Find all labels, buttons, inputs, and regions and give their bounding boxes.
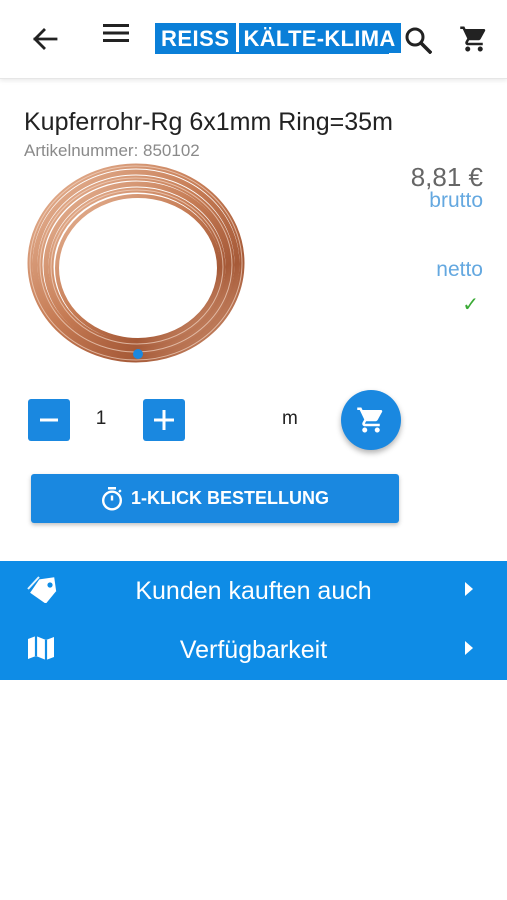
- search-icon: [405, 27, 432, 54]
- product-title: Kupferrohr-Rg 6x1mm Ring=35m: [24, 108, 393, 136]
- customers-also-bought-row[interactable]: Kunden kauften auch: [0, 562, 507, 621]
- brutto-label: brutto: [429, 189, 483, 212]
- one-click-order-button[interactable]: 1-KLICK BESTELLUNG: [31, 474, 399, 523]
- quantity-increase-button[interactable]: [143, 399, 185, 441]
- minus-icon: [40, 418, 58, 422]
- product-image[interactable]: [24, 160, 254, 372]
- cart-icon: [460, 26, 486, 52]
- menu-button[interactable]: [100, 20, 132, 46]
- info-panel: Kunden kauften auch Verfügbarkeit: [0, 561, 507, 680]
- plus-icon: [154, 410, 174, 430]
- logo-kaelte-klima: KÄLTE-KLIMA: [238, 23, 401, 53]
- availability-row[interactable]: Verfügbarkeit: [0, 621, 507, 680]
- availability-label: Verfügbarkeit: [179, 636, 328, 664]
- back-button[interactable]: [28, 24, 62, 54]
- brand-logo[interactable]: REISS KÄLTE-KLIMA: [155, 23, 401, 53]
- one-click-order-label: 1-KLICK BESTELLUNG: [131, 488, 329, 508]
- netto-label: netto: [436, 258, 483, 281]
- availability-check-icon: ✓: [462, 294, 479, 316]
- image-pager-dot[interactable]: [133, 349, 143, 359]
- copper-coil-image: [27, 163, 245, 363]
- arrow-back-icon: [33, 28, 58, 50]
- logo-reiss: REISS: [155, 23, 236, 53]
- stopwatch-icon: [101, 486, 123, 511]
- quantity-unit: m: [282, 408, 298, 429]
- add-to-cart-button[interactable]: [341, 390, 401, 450]
- chevron-right-icon: [463, 640, 475, 661]
- logo-underline: [155, 52, 389, 54]
- cart-button[interactable]: [457, 23, 491, 55]
- chevron-right-icon: [463, 581, 475, 602]
- customers-also-bought-label: Kunden kauften auch: [135, 577, 372, 605]
- add-to-cart-icon: [357, 407, 383, 433]
- quantity-decrease-button[interactable]: [28, 399, 70, 441]
- article-number: Artikelnummer: 850102: [24, 141, 200, 160]
- quantity-value[interactable]: 1: [92, 408, 110, 430]
- menu-icon: [103, 24, 129, 42]
- search-button[interactable]: [402, 24, 434, 56]
